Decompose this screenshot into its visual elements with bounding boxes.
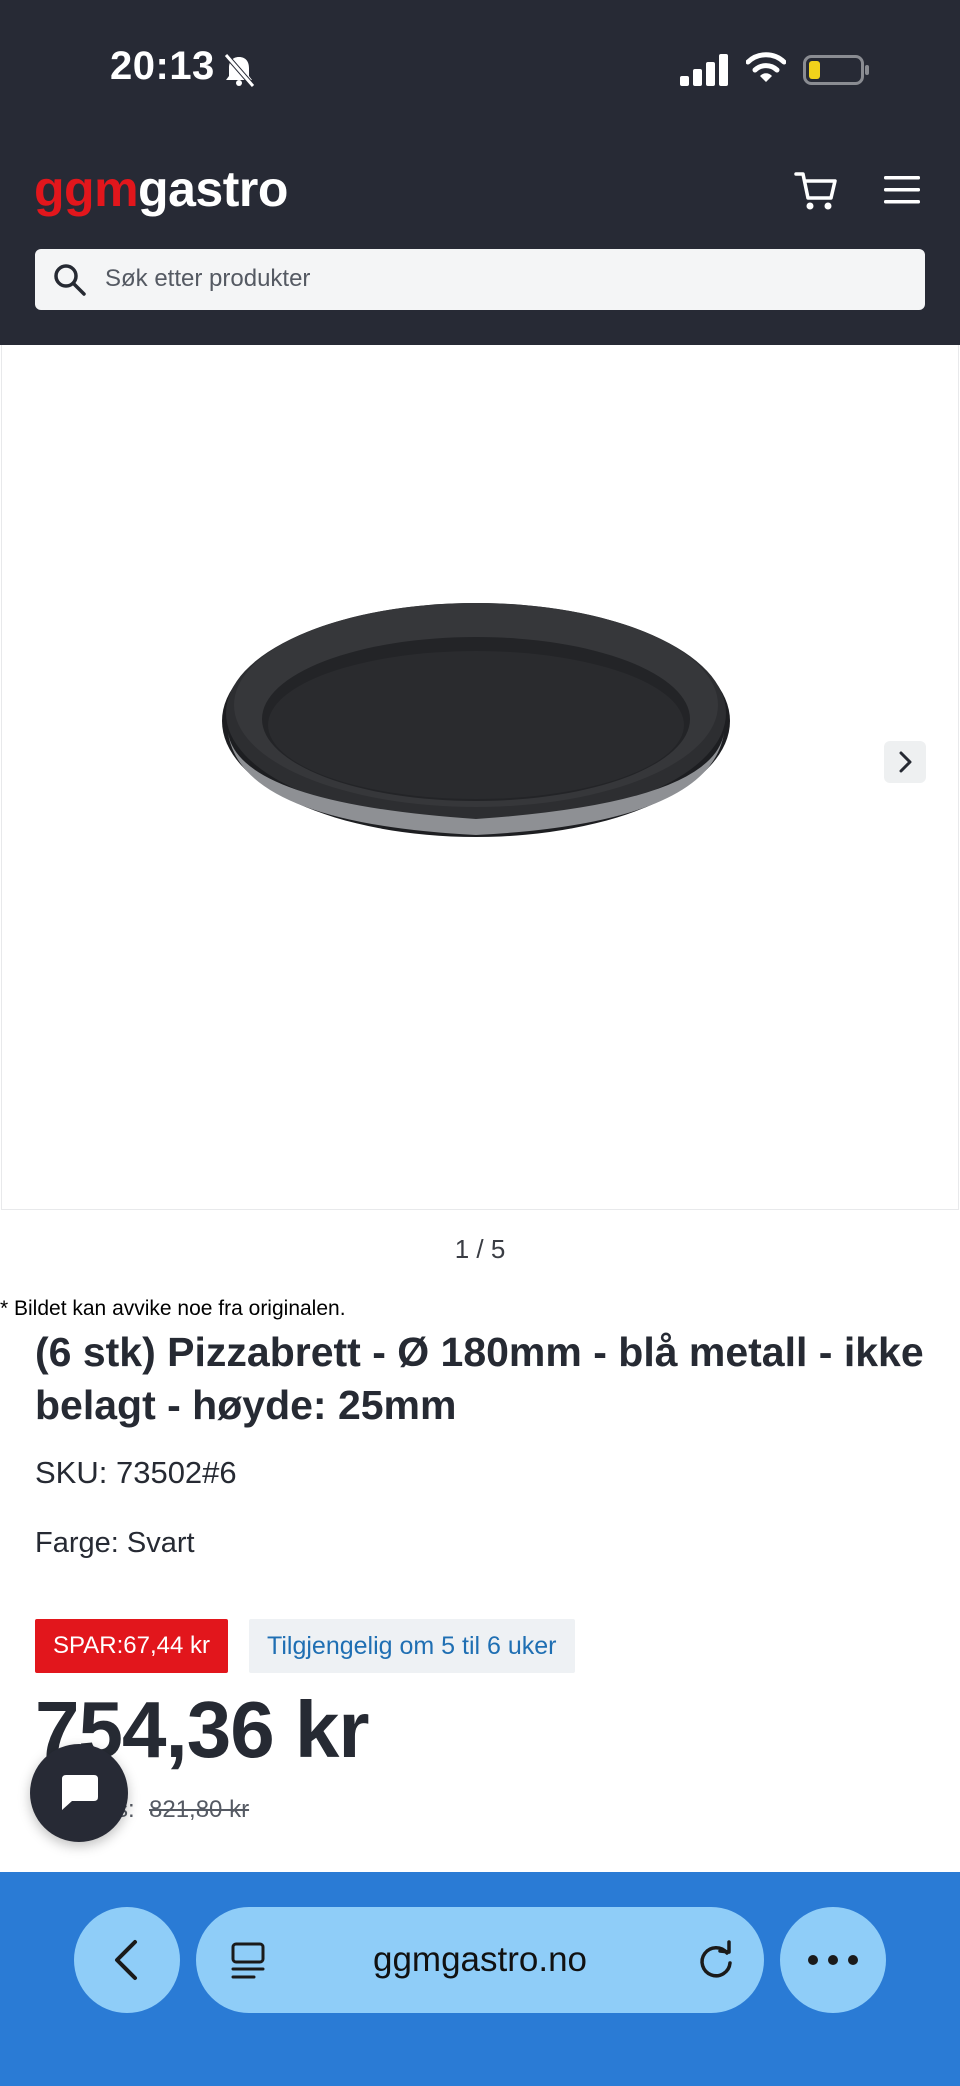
status-time: 20:13 xyxy=(110,44,215,88)
hamburger-menu-icon[interactable] xyxy=(882,172,922,208)
browser-back-button[interactable] xyxy=(74,1907,180,2013)
search-icon xyxy=(54,264,86,296)
product-title: (6 stk) Pizzabrett - Ø 180mm - blå metal… xyxy=(35,1329,924,1428)
cart-icon[interactable] xyxy=(794,168,838,212)
gallery-next-button[interactable] xyxy=(884,741,926,783)
image-disclaimer: * Bildet kan avvike noe fra originalen. xyxy=(0,1297,346,1320)
address-bar[interactable]: ggmgastro.no xyxy=(196,1907,764,2013)
browser-more-button[interactable] xyxy=(780,1907,886,2013)
url-text: ggmgastro.no xyxy=(372,1940,588,1979)
product-gallery[interactable] xyxy=(1,345,959,1210)
chat-button[interactable] xyxy=(30,1744,128,1842)
product-color: Farge: Svart xyxy=(35,1527,195,1559)
more-dots-icon xyxy=(808,1955,858,1965)
chevron-left-icon xyxy=(115,1940,137,1980)
bell-muted-icon xyxy=(224,53,255,88)
savings-badge: SPAR:67,44 kr xyxy=(35,1619,228,1673)
logo-red-text: ggm xyxy=(34,161,139,217)
logo-white-text: gastro xyxy=(138,161,288,217)
gallery-counter: 1 / 5 xyxy=(454,1234,506,1264)
chevron-right-icon xyxy=(899,751,912,773)
site-header: 20:13 ggmgastro Søk etter produkter xyxy=(0,0,960,345)
search-input[interactable]: Søk etter produkter xyxy=(35,249,925,310)
availability-badge: Tilgjengelig om 5 til 6 uker xyxy=(249,1619,575,1673)
old-price: 821,80 kr xyxy=(149,1796,250,1823)
cellular-signal-icon xyxy=(680,54,728,86)
ggmgastro-logo[interactable]: ggmgastro xyxy=(34,160,288,218)
browser-toolbar: ggmgastro.no xyxy=(0,1872,960,2086)
reload-icon[interactable] xyxy=(696,1939,736,1981)
wifi-icon xyxy=(746,52,786,82)
product-sku: SKU: 73502#6 xyxy=(35,1455,237,1490)
chat-bubble-icon xyxy=(62,1775,98,1810)
battery-icon xyxy=(803,55,869,85)
product-image xyxy=(222,603,730,837)
search-placeholder: Søk etter produkter xyxy=(105,265,311,292)
